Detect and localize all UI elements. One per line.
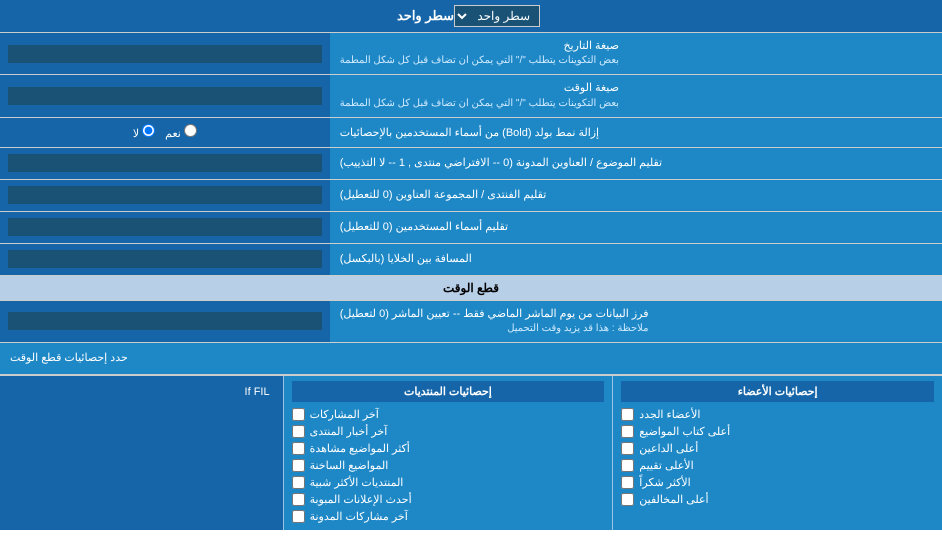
time-format-label: صيغة الوقت بعض التكوينات يتطلب "/" التي … — [330, 75, 942, 116]
checkbox-top-inviters[interactable] — [621, 442, 634, 455]
col-forums-header: إحصائيات المنتديات — [292, 381, 605, 402]
checkbox-item-hot-topics: المواضيع الساخنة — [292, 457, 605, 474]
realtime-row: فرز البيانات من يوم الماشر الماضي فقط --… — [0, 301, 942, 343]
checkbox-most-thanks[interactable] — [621, 476, 634, 489]
checkbox-item-most-viewed: أكثر المواضيع مشاهدة — [292, 440, 605, 457]
if-fil-text: If FIL — [245, 386, 270, 398]
radio-no[interactable] — [142, 124, 155, 137]
date-format-label: صيغة التاريخ بعض التكوينات يتطلب "/" الت… — [330, 33, 942, 74]
date-format-input-area: d-m — [0, 33, 330, 74]
username-limit-input[interactable]: 0 — [8, 218, 322, 236]
realtime-input-area: 0 — [0, 301, 330, 342]
realtime-section-header: قطع الوقت — [0, 276, 942, 301]
header-title: سطر واحد — [397, 8, 454, 24]
bold-remove-label: إزالة نمط بولد (Bold) من أسماء المستخدمي… — [330, 118, 942, 147]
checkbox-item-top-authors: أعلى كتاب المواضيع — [621, 423, 934, 440]
subject-limit-input-area: 33 — [0, 148, 330, 179]
checkbox-col-forums: إحصائيات المنتديات آخر المشاركات آخر أخب… — [283, 376, 613, 530]
checkbox-col-members: إحصائيات الأعضاء الأعضاء الجدد أعلى كتاب… — [612, 376, 942, 530]
bold-remove-input-area: نعم لا — [0, 118, 330, 147]
forum-limit-input[interactable]: 33 — [8, 186, 322, 204]
checkbox-col-right: If FIL — [0, 376, 283, 530]
checkbox-popular-forums[interactable] — [292, 476, 305, 489]
checkbox-item-top-inviters: أعلى الداعين — [621, 440, 934, 457]
checkbox-most-viewed[interactable] — [292, 442, 305, 455]
radio-yes-label[interactable]: نعم — [165, 124, 197, 140]
limit-label-row: حدد إحصائيات قطع الوقت — [0, 343, 942, 375]
radio-yes[interactable] — [184, 124, 197, 137]
bold-remove-row: إزالة نمط بولد (Bold) من أسماء المستخدمي… — [0, 118, 942, 148]
subject-limit-row: تقليم الموضوع / العناوين المدونة (0 -- ا… — [0, 148, 942, 180]
checkbox-item-latest-ads: أحدث الإعلانات المبوبة — [292, 491, 605, 508]
subject-limit-input[interactable]: 33 — [8, 154, 322, 172]
subject-limit-label: تقليم الموضوع / العناوين المدونة (0 -- ا… — [330, 148, 942, 179]
checkbox-item-new-members: الأعضاء الجدد — [621, 406, 934, 423]
main-container: سطر واحدسطرينثلاثة أسطر سطر واحد صيغة ال… — [0, 0, 942, 530]
username-limit-input-area: 0 — [0, 212, 330, 243]
radio-no-label[interactable]: لا — [133, 124, 155, 140]
cell-padding-label: المسافة بين الخلايا (بالبكسل) — [330, 244, 942, 275]
col-members-header: إحصائيات الأعضاء — [621, 381, 934, 402]
date-format-input[interactable]: d-m — [8, 45, 322, 63]
cell-padding-row: المسافة بين الخلايا (بالبكسل) 2 — [0, 244, 942, 276]
checkbox-latest-ads[interactable] — [292, 493, 305, 506]
username-limit-row: تقليم أسماء المستخدمين (0 للتعطيل) 0 — [0, 212, 942, 244]
checkbox-new-members[interactable] — [621, 408, 634, 421]
time-format-row: صيغة الوقت بعض التكوينات يتطلب "/" التي … — [0, 75, 942, 117]
checkbox-last-news[interactable] — [292, 425, 305, 438]
checkbox-top-authors[interactable] — [621, 425, 634, 438]
checkbox-item-top-violators: أعلى المخالفين — [621, 491, 934, 508]
time-format-input[interactable]: H:i — [8, 87, 322, 105]
forum-limit-row: تقليم الفنتدى / المجموعة العناوين (0 للت… — [0, 180, 942, 212]
checkbox-item-last-blog-posts: آخر مشاركات المدونة — [292, 508, 605, 525]
checkbox-item-last-posts: آخر المشاركات — [292, 406, 605, 423]
cell-padding-input[interactable]: 2 — [8, 250, 322, 268]
date-format-row: صيغة التاريخ بعض التكوينات يتطلب "/" الت… — [0, 33, 942, 75]
checkbox-item-top-rated: الأعلى تقييم — [621, 457, 934, 474]
lines-select[interactable]: سطر واحدسطرينثلاثة أسطر — [454, 5, 540, 27]
checkbox-item-most-thanks: الأكثر شكراً — [621, 474, 934, 491]
checkbox-item-popular-forums: المنتديات الأكثر شبية — [292, 474, 605, 491]
forum-limit-label: تقليم الفنتدى / المجموعة العناوين (0 للت… — [330, 180, 942, 211]
realtime-label: فرز البيانات من يوم الماشر الماضي فقط --… — [330, 301, 942, 342]
checkbox-item-last-news: آخر أخبار المنتدى — [292, 423, 605, 440]
checkbox-hot-topics[interactable] — [292, 459, 305, 472]
time-format-input-area: H:i — [0, 75, 330, 116]
checkbox-last-posts[interactable] — [292, 408, 305, 421]
checkbox-top-rated[interactable] — [621, 459, 634, 472]
realtime-input[interactable]: 0 — [8, 312, 322, 330]
checkbox-last-blog-posts[interactable] — [292, 510, 305, 523]
username-limit-label: تقليم أسماء المستخدمين (0 للتعطيل) — [330, 212, 942, 243]
checkbox-section: إحصائيات الأعضاء الأعضاء الجدد أعلى كتاب… — [0, 375, 942, 530]
header-row: سطر واحدسطرينثلاثة أسطر سطر واحد — [0, 0, 942, 33]
forum-limit-input-area: 33 — [0, 180, 330, 211]
checkbox-top-violators[interactable] — [621, 493, 634, 506]
cell-padding-input-area: 2 — [0, 244, 330, 275]
limit-label: حدد إحصائيات قطع الوقت — [0, 343, 942, 374]
